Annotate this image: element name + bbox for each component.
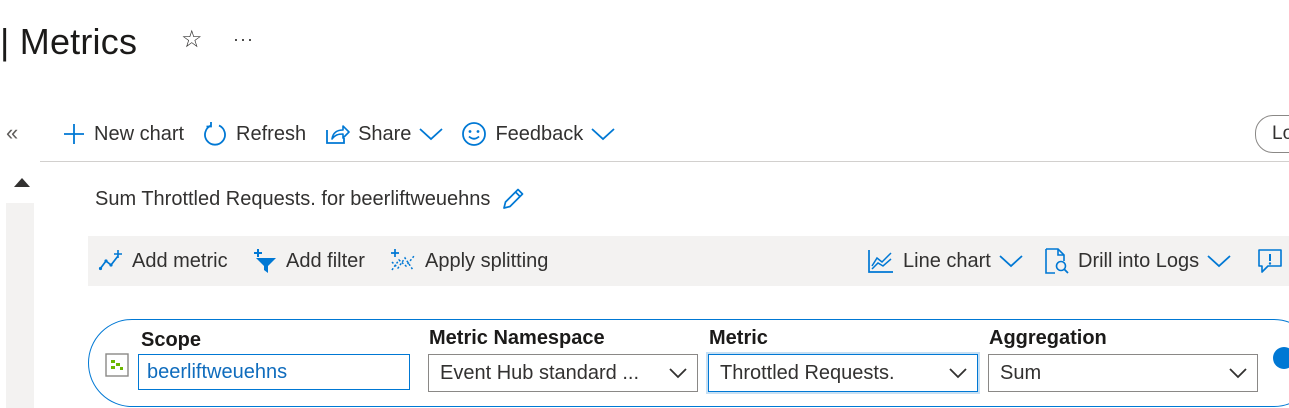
drill-logs-icon <box>1045 248 1069 274</box>
add-metric-label: Add metric <box>132 249 228 272</box>
toolbar-divider <box>40 161 1289 162</box>
confirm-check-icon[interactable] <box>1273 347 1289 369</box>
more-options-icon[interactable]: ··· <box>233 30 254 48</box>
share-button[interactable]: Share <box>324 122 444 146</box>
new-alert-rule-button[interactable] <box>1256 236 1289 286</box>
chevron-down-icon <box>591 128 615 141</box>
line-chart-dropdown[interactable]: Line chart <box>867 236 1023 286</box>
add-filter-icon <box>254 249 276 273</box>
apply-splitting-button[interactable]: Apply splitting <box>389 236 548 286</box>
scrollbar-track[interactable] <box>6 203 34 408</box>
drill-into-logs-dropdown[interactable]: Drill into Logs <box>1042 236 1231 286</box>
logs-label: Lo <box>1272 123 1289 144</box>
metric-value: Throttled Requests. <box>720 361 895 384</box>
chevron-down-icon <box>1207 255 1231 268</box>
drill-into-logs-label: Drill into Logs <box>1078 249 1200 272</box>
metric-namespace-label: Metric Namespace <box>429 327 605 349</box>
aggregation-value: Sum <box>1000 361 1042 384</box>
scope-input[interactable]: beerliftweuehns <box>138 354 410 390</box>
chevron-down-icon <box>999 255 1023 268</box>
plus-icon <box>64 124 84 144</box>
add-filter-label: Add filter <box>286 249 365 272</box>
line-chart-label: Line chart <box>903 249 991 272</box>
chevron-down-icon <box>669 368 687 379</box>
smiley-icon <box>462 122 487 146</box>
collapse-sidebar-icon[interactable]: « <box>6 122 18 144</box>
feedback-label: Feedback <box>495 122 584 145</box>
chevron-down-icon <box>949 368 967 379</box>
alert-icon <box>1258 249 1282 273</box>
scroll-up-arrow-icon[interactable] <box>14 178 30 187</box>
chevron-down-icon <box>419 128 444 141</box>
metric-toolbar: Add metric Add filter Apply splitting Li… <box>88 236 1289 286</box>
page-header: | Metrics <box>0 18 137 66</box>
refresh-button[interactable]: Refresh <box>202 121 306 147</box>
aggregation-select[interactable]: Sum <box>988 354 1258 392</box>
command-toolbar: New chart Refresh Share Feedback <box>62 114 633 154</box>
refresh-label: Refresh <box>236 122 307 145</box>
scope-value: beerliftweuehns <box>147 360 288 383</box>
new-chart-label: New chart <box>94 122 185 145</box>
add-metric-icon <box>98 250 122 271</box>
star-icon[interactable]: ☆ <box>181 28 203 52</box>
line-chart-icon <box>868 250 893 273</box>
logs-button[interactable]: Lo <box>1255 115 1289 153</box>
metric-namespace-value: Event Hub standard ... <box>440 361 640 384</box>
new-chart-button[interactable]: New chart <box>62 122 184 146</box>
add-filter-button[interactable]: Add filter <box>250 236 365 286</box>
metric-line-icon <box>105 353 129 377</box>
pencil-edit-icon[interactable] <box>500 186 526 212</box>
share-icon <box>326 125 350 144</box>
page-title: | Metrics <box>0 21 138 62</box>
feedback-button[interactable]: Feedback <box>461 121 615 147</box>
metric-select[interactable]: Throttled Requests. <box>708 354 978 392</box>
scope-label: Scope <box>141 329 202 351</box>
metric-namespace-select[interactable]: Event Hub standard ... <box>428 354 698 392</box>
share-label: Share <box>358 122 412 145</box>
refresh-icon <box>204 122 226 146</box>
chevron-down-icon <box>1229 368 1247 379</box>
metric-label: Metric <box>709 327 768 349</box>
apply-splitting-label: Apply splitting <box>425 249 549 272</box>
apply-splitting-icon <box>391 249 415 271</box>
chart-title: Sum Throttled Requests. for beerliftweue… <box>95 186 526 212</box>
add-metric-button[interactable]: Add metric <box>98 236 228 286</box>
chart-title-text: Sum Throttled Requests. for beerliftweue… <box>95 187 491 210</box>
aggregation-label: Aggregation <box>989 327 1107 349</box>
